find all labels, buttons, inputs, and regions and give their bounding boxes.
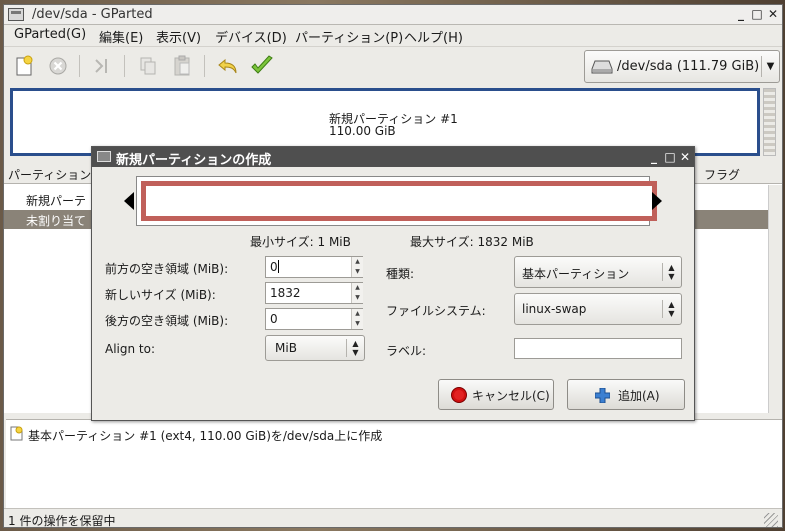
free-after-label: 後方の空き領域 (MiB): xyxy=(105,314,229,328)
updown-arrow-icon: ▲ ▼ xyxy=(346,339,364,357)
unallocated-strip[interactable] xyxy=(763,88,776,156)
column-header-partition[interactable]: パーティション xyxy=(8,166,91,183)
create-partition-dialog: 新規パーティションの作成 _ □ ✕ 最小サイズ: 1 MiB 最大サイズ: 1… xyxy=(91,146,695,421)
close-icon[interactable]: ✕ xyxy=(766,7,780,21)
updown-arrow-icon: ▲ ▼ xyxy=(662,300,680,318)
dialog-title: 新規パーティションの作成 xyxy=(116,153,272,168)
dialog-close-icon[interactable]: ✕ xyxy=(679,150,691,164)
text-cursor xyxy=(277,260,279,273)
apply-button[interactable] xyxy=(248,53,276,79)
menu-bar: GParted(G) 編集(E) 表示(V) デバイス(D) パーティション(P… xyxy=(4,25,782,46)
add-icon xyxy=(595,388,610,403)
menu-partition[interactable]: パーティション(P) xyxy=(295,27,403,46)
partition-size: 110.00 GiB xyxy=(329,124,396,138)
partition-type-value: 基本パーティション xyxy=(522,267,630,281)
delete-icon xyxy=(49,57,67,75)
new-size-label: 新しいサイズ (MiB): xyxy=(105,288,216,302)
delete-partition-button[interactable] xyxy=(44,53,72,79)
column-header-flags[interactable]: フラグ xyxy=(704,166,740,183)
menu-edit[interactable]: 編集(E) xyxy=(99,27,143,46)
menu-device[interactable]: デバイス(D) xyxy=(215,27,287,46)
filesystem-value: linux-swap xyxy=(522,302,587,316)
paste-icon xyxy=(174,55,190,76)
operation-item[interactable]: 基本パーティション #1 (ext4, 110.00 GiB)を/dev/sda… xyxy=(28,427,382,444)
maximize-icon[interactable]: □ xyxy=(750,7,764,21)
cancel-icon xyxy=(451,387,467,403)
max-size-label: 最大サイズ: 1832 MiB xyxy=(410,235,534,249)
free-before-value: 0 xyxy=(270,260,278,274)
app-window-icon xyxy=(8,8,24,21)
stepper-arrows-icon[interactable]: ▲ ▼ xyxy=(351,257,363,277)
dialog-title-bar[interactable]: 新規パーティションの作成 _ □ ✕ xyxy=(92,147,694,168)
free-before-label: 前方の空き領域 (MiB): xyxy=(105,262,229,276)
add-button[interactable]: 追加(A) xyxy=(567,379,685,410)
status-bar: 1 件の操作を保留中 xyxy=(4,508,782,528)
resize-grip[interactable] xyxy=(764,513,778,527)
free-after-value: 0 xyxy=(270,312,278,326)
copy-button[interactable] xyxy=(134,53,162,79)
device-selector[interactable]: /dev/sda (111.79 GiB) ▼ xyxy=(584,50,780,83)
copy-icon xyxy=(140,57,156,75)
cancel-button[interactable]: キャンセル(C) xyxy=(438,379,554,410)
minimize-icon[interactable]: _ xyxy=(734,7,748,21)
undo-icon xyxy=(218,58,237,74)
new-partition-op-icon xyxy=(10,426,23,441)
partition-cell: 未割り当て xyxy=(26,214,87,228)
align-value: MiB xyxy=(275,341,297,355)
free-after-input[interactable]: 0 ▲ ▼ xyxy=(265,308,363,330)
undo-button[interactable] xyxy=(214,53,242,79)
left-handle-icon[interactable] xyxy=(124,192,134,210)
toolbar-separator xyxy=(79,55,80,77)
window-title: /dev/sda - GParted xyxy=(32,7,153,22)
table-scrollbar[interactable] xyxy=(768,185,782,413)
align-select[interactable]: MiB ▲ ▼ xyxy=(265,335,365,361)
updown-arrow-icon: ▲ ▼ xyxy=(662,263,680,281)
type-label: 種類: xyxy=(386,267,415,281)
partition-type-select[interactable]: 基本パーティション ▲ ▼ xyxy=(514,256,682,288)
new-size-input[interactable]: 1832 ▲ ▼ xyxy=(265,282,363,304)
dialog-window-icon xyxy=(97,151,111,162)
label-field-label: ラベル: xyxy=(386,344,427,358)
new-size-value: 1832 xyxy=(270,286,301,300)
status-text: 1 件の操作を保留中 xyxy=(8,514,116,528)
pending-operations-list: 基本パーティション #1 (ext4, 110.00 GiB)を/dev/sda… xyxy=(6,419,782,508)
device-label: /dev/sda (111.79 GiB) xyxy=(617,59,760,74)
new-partition-button[interactable] xyxy=(10,53,38,79)
menu-help[interactable]: ヘルプ(H) xyxy=(404,27,463,46)
right-handle-icon[interactable] xyxy=(652,192,662,210)
filesystem-select[interactable]: linux-swap ▲ ▼ xyxy=(514,293,682,325)
toolbar-separator xyxy=(204,55,205,77)
free-before-input[interactable]: 0 ▲ ▼ xyxy=(265,256,363,278)
partition-cell: 新規パーテ xyxy=(26,194,87,208)
paste-button[interactable] xyxy=(168,53,196,79)
dropdown-arrow-icon: ▼ xyxy=(761,56,779,77)
toolbar-separator xyxy=(124,55,125,77)
new-icon xyxy=(16,55,33,76)
apply-icon xyxy=(251,55,273,74)
resize-move-button[interactable] xyxy=(88,53,116,79)
min-size-label: 最小サイズ: 1 MiB xyxy=(250,235,351,249)
harddisk-icon xyxy=(591,60,613,74)
add-label: 追加(A) xyxy=(618,389,660,403)
partition-resizer xyxy=(124,176,662,226)
menu-gparted[interactable]: GParted(G) xyxy=(14,27,86,42)
dialog-minimize-icon[interactable]: _ xyxy=(648,150,660,164)
stepper-arrows-icon[interactable]: ▲ ▼ xyxy=(351,283,363,303)
stepper-arrows-icon[interactable]: ▲ ▼ xyxy=(351,309,363,329)
dialog-maximize-icon[interactable]: □ xyxy=(664,150,676,164)
toolbar: /dev/sda (111.79 GiB) ▼ xyxy=(4,46,782,86)
resize-move-icon xyxy=(95,59,107,73)
filesystem-label: ファイルシステム: xyxy=(386,304,486,318)
menu-view[interactable]: 表示(V) xyxy=(156,27,201,46)
partition-bar[interactable] xyxy=(141,181,657,221)
cancel-label: キャンセル(C) xyxy=(472,389,550,403)
label-input[interactable] xyxy=(514,338,682,359)
align-label: Align to: xyxy=(105,342,156,356)
title-bar[interactable]: /dev/sda - GParted _ □ ✕ xyxy=(4,5,782,25)
